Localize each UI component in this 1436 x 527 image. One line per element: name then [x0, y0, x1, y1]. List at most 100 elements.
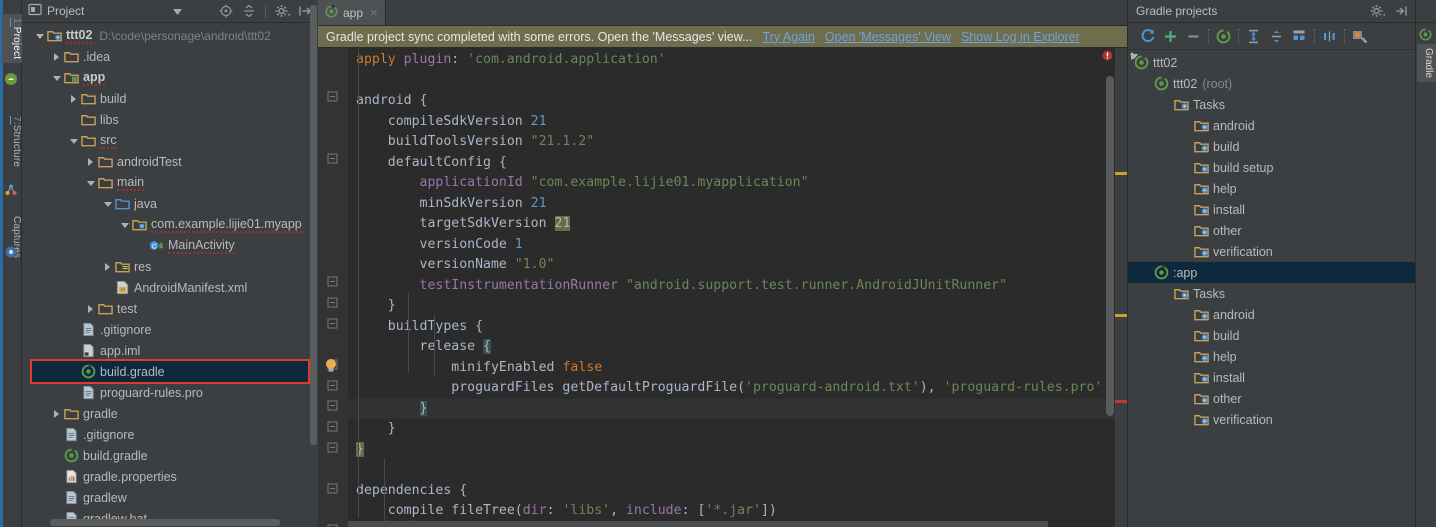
sidebar-item-gradle[interactable]: Gradle: [1417, 44, 1436, 83]
expand-all-icon[interactable]: [1242, 25, 1265, 47]
project-tree-row[interactable]: AndroidManifest.xml: [22, 277, 318, 298]
code-line[interactable]: [348, 71, 1115, 92]
code-line[interactable]: }: [348, 419, 1115, 440]
code-line[interactable]: versionName "1.0": [348, 255, 1115, 276]
gradle-tree-row[interactable]: build: [1128, 136, 1415, 157]
remove-icon[interactable]: [1182, 25, 1205, 47]
collapse-all-icon[interactable]: [242, 4, 256, 18]
fold-handle-icon[interactable]: [327, 442, 338, 453]
fold-handle-icon[interactable]: [327, 297, 338, 308]
gradle-tree-row[interactable]: verification: [1128, 409, 1415, 430]
fold-handle-icon[interactable]: [327, 153, 338, 164]
editor-tab-app[interactable]: app ×: [318, 0, 386, 25]
hide-icon[interactable]: [1394, 4, 1408, 18]
code-line[interactable]: compileSdkVersion 21: [348, 112, 1115, 133]
fold-handle-icon[interactable]: [327, 421, 338, 432]
project-tree-row[interactable]: C MainActivity: [22, 235, 318, 256]
code-line[interactable]: release {: [348, 337, 1115, 358]
project-tree-row[interactable]: gradlew: [22, 487, 318, 508]
fold-handle-icon[interactable]: [327, 318, 338, 329]
execute-task-icon[interactable]: [1348, 25, 1371, 47]
project-tree-row[interactable]: build.gradle: [22, 445, 318, 466]
chevron-right-icon[interactable]: [102, 261, 113, 272]
gradle-tree-row[interactable]: Tasks: [1128, 283, 1415, 304]
chevron-right-icon[interactable]: [85, 303, 96, 314]
project-tree-row[interactable]: gradle: [22, 403, 318, 424]
gradle-tree-row[interactable]: build setup: [1128, 157, 1415, 178]
project-vertical-scrollbar[interactable]: [310, 5, 317, 445]
project-tree-row[interactable]: ttt02 D:\code\personage\android\ttt02: [22, 25, 318, 46]
chevron-down-icon[interactable]: [51, 72, 62, 83]
chevron-down-icon[interactable]: [173, 4, 182, 18]
gradle-tree-row-selected[interactable]: :app: [1128, 262, 1415, 283]
project-tree-row-selected[interactable]: build.gradle: [30, 359, 310, 384]
project-tree-row[interactable]: app: [22, 67, 318, 88]
sidebar-item-structure[interactable]: 7:Structure: [2, 112, 22, 171]
chevron-right-icon[interactable]: [51, 51, 62, 62]
close-icon[interactable]: ×: [370, 5, 378, 20]
collapse-all-icon[interactable]: [1265, 25, 1288, 47]
show-log-in-explorer-link[interactable]: Show Log in Explorer: [961, 30, 1080, 44]
project-tree-row[interactable]: gradle.properties: [22, 466, 318, 487]
fold-handle-icon[interactable]: [327, 91, 338, 102]
code-line[interactable]: [348, 460, 1115, 481]
error-stripe-marker[interactable]: [1115, 314, 1127, 317]
code-line[interactable]: testInstrumentationRunner "android.suppo…: [348, 276, 1115, 297]
gradle-tree-row[interactable]: Tasks: [1128, 94, 1415, 115]
code-line[interactable]: }: [348, 398, 1115, 419]
project-tree-row[interactable]: .gitignore: [22, 319, 318, 340]
code-line[interactable]: }: [348, 440, 1115, 461]
fold-handle-icon[interactable]: [327, 483, 338, 494]
editor-gutter[interactable]: [318, 48, 348, 527]
code-line[interactable]: buildTypes {: [348, 317, 1115, 338]
intention-bulb-icon[interactable]: [324, 358, 338, 374]
project-tree-row[interactable]: androidTest: [22, 151, 318, 172]
code-line[interactable]: minSdkVersion 21: [348, 194, 1115, 215]
refresh-icon[interactable]: [1136, 25, 1159, 47]
code-content[interactable]: apply plugin: 'com.android.application' …: [348, 48, 1115, 527]
gradle-tree-row[interactable]: ttt02 (root): [1128, 73, 1415, 94]
chevron-right-icon[interactable]: [85, 156, 96, 167]
project-tree-row[interactable]: src: [22, 130, 318, 151]
project-view-selector[interactable]: Project: [28, 3, 188, 19]
gradle-tree-row[interactable]: android: [1128, 304, 1415, 325]
project-tree-row[interactable]: test: [22, 298, 318, 319]
gradle-tree-row[interactable]: build: [1128, 325, 1415, 346]
code-line[interactable]: buildToolsVersion "21.1.2": [348, 132, 1115, 153]
error-stripe-marker[interactable]: [1115, 400, 1127, 403]
error-icon[interactable]: [1102, 50, 1113, 61]
code-line[interactable]: targetSdkVersion 21: [348, 214, 1115, 235]
fold-handle-icon[interactable]: [327, 276, 338, 287]
gradle-tree-row[interactable]: help: [1128, 178, 1415, 199]
chevron-down-icon[interactable]: [102, 198, 113, 209]
code-editor[interactable]: apply plugin: 'com.android.application' …: [318, 48, 1127, 527]
chevron-right-icon[interactable]: [68, 93, 79, 104]
code-line[interactable]: minifyEnabled false: [348, 358, 1115, 379]
code-line[interactable]: applicationId "com.example.lijie01.myapp…: [348, 173, 1115, 194]
code-line[interactable]: proguardFiles getDefaultProguardFile('pr…: [348, 378, 1115, 399]
error-stripe-marker[interactable]: [1115, 172, 1127, 175]
code-line[interactable]: apply plugin: 'com.android.application': [348, 50, 1115, 71]
fold-handle-icon[interactable]: [327, 380, 338, 391]
error-stripe-marker-bar[interactable]: [1115, 48, 1127, 527]
add-icon[interactable]: [1159, 25, 1182, 47]
code-line[interactable]: defaultConfig {: [348, 153, 1115, 174]
gradle-tree-row[interactable]: ttt02: [1128, 52, 1415, 73]
open-messages-view-link[interactable]: Open 'Messages' View: [825, 30, 951, 44]
gear-icon[interactable]: [275, 4, 291, 18]
project-tree-row[interactable]: .gitignore: [22, 424, 318, 445]
code-line[interactable]: }: [348, 296, 1115, 317]
gradle-icon[interactable]: [1212, 25, 1235, 47]
try-again-link[interactable]: Try Again: [762, 30, 814, 44]
editor-vertical-scrollbar[interactable]: [1106, 76, 1114, 416]
code-line[interactable]: android {: [348, 91, 1115, 112]
fold-handle-icon[interactable]: [327, 400, 338, 411]
code-line[interactable]: compile fileTree(dir: 'libs', include: […: [348, 501, 1115, 522]
project-tree-row[interactable]: com.example.lijie01.myapp: [22, 214, 318, 235]
sidebar-item-project[interactable]: 1:Project: [2, 14, 22, 64]
project-file-tree[interactable]: ttt02 D:\code\personage\android\ttt02 .ide…: [22, 23, 318, 527]
project-tree-row[interactable]: .idea: [22, 46, 318, 67]
project-tree-row[interactable]: main: [22, 172, 318, 193]
chevron-down-icon[interactable]: [119, 219, 130, 230]
gradle-tree-row[interactable]: android: [1128, 115, 1415, 136]
